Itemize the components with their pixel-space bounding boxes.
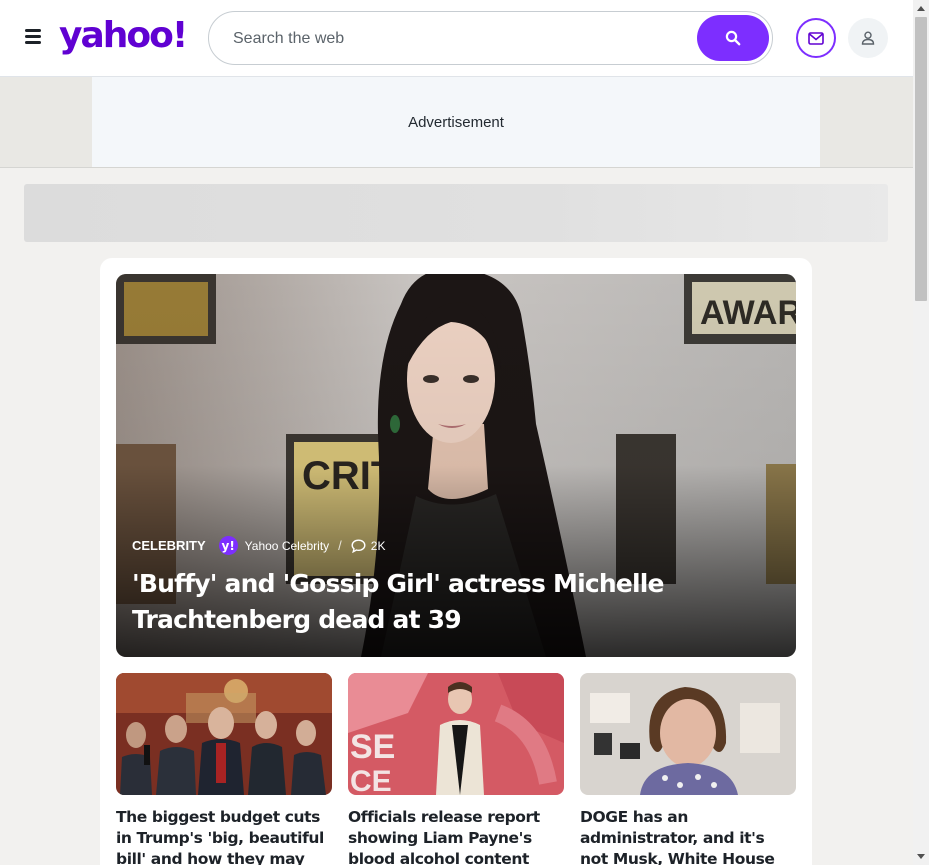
loading-placeholder xyxy=(24,184,888,242)
top-header: yahoo! xyxy=(0,0,913,77)
story-headline[interactable]: Officials release report showing Liam Pa… xyxy=(348,807,564,865)
category-label[interactable]: CELEBRITY xyxy=(132,538,206,553)
story-thumbnail xyxy=(116,673,332,795)
hero-headline[interactable]: 'Buffy' and 'Gossip Girl' actress Michel… xyxy=(132,566,692,638)
search-input[interactable] xyxy=(233,26,683,52)
comment-count[interactable]: 2K xyxy=(371,539,386,553)
meta-separator: / xyxy=(338,538,342,553)
user-icon xyxy=(861,31,875,45)
yahoo-logo[interactable]: yahoo! xyxy=(59,14,188,58)
story-card[interactable]: DOGE has an administrator, and it's not … xyxy=(580,673,796,865)
top-stories-card: AWAR CRIT CELEBRITY y! Ya xyxy=(100,258,812,865)
menu-icon-bar xyxy=(25,41,41,44)
story-card[interactable]: SE CE Officials release report showing L… xyxy=(348,673,564,865)
page-scrollbar[interactable] xyxy=(913,0,929,865)
account-button[interactable] xyxy=(848,18,888,58)
hero-meta: CELEBRITY y! Yahoo Celebrity / 2K xyxy=(132,536,385,555)
svg-text:CE: CE xyxy=(350,765,392,795)
hero-story[interactable]: AWAR CRIT CELEBRITY y! Ya xyxy=(116,274,796,657)
story-card[interactable]: The biggest budget cuts in Trump's 'big,… xyxy=(116,673,332,865)
scroll-down-arrow-icon[interactable] xyxy=(917,854,925,859)
search-button[interactable] xyxy=(697,15,769,61)
provider-name[interactable]: Yahoo Celebrity xyxy=(245,539,330,553)
menu-icon-bar xyxy=(25,35,41,38)
svg-text:SE: SE xyxy=(350,728,395,766)
menu-icon-bar xyxy=(25,29,41,32)
mail-button[interactable] xyxy=(796,18,836,58)
ad-label: Advertisement xyxy=(408,113,504,131)
story-thumbnail xyxy=(580,673,796,795)
ad-slot[interactable]: Advertisement xyxy=(92,77,820,167)
story-thumbnail: SE CE xyxy=(348,673,564,795)
scroll-thumb[interactable] xyxy=(915,17,927,301)
story-headline[interactable]: The biggest budget cuts in Trump's 'big,… xyxy=(116,807,332,865)
story-headline[interactable]: DOGE has an administrator, and it's not … xyxy=(580,807,796,865)
search-bar xyxy=(208,11,773,65)
ad-band: Advertisement xyxy=(0,77,913,168)
comment-icon xyxy=(351,538,366,553)
search-icon xyxy=(725,30,741,46)
menu-button[interactable] xyxy=(25,29,43,45)
provider-logo-icon: y! xyxy=(218,536,238,555)
mail-icon xyxy=(808,31,824,45)
scroll-up-arrow-icon[interactable] xyxy=(917,6,925,11)
